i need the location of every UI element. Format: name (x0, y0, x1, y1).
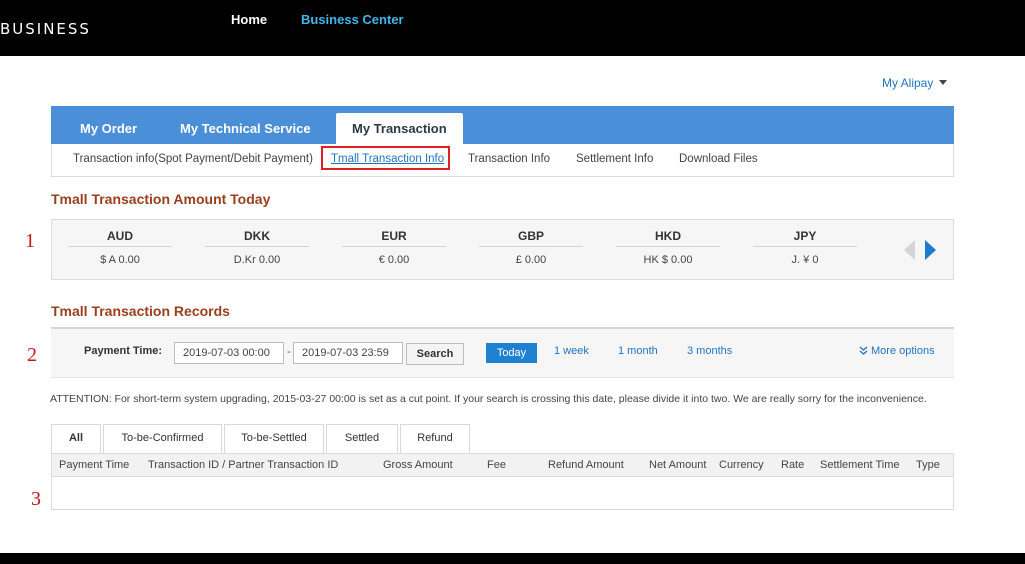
records-table-body (51, 477, 954, 510)
subnav-transaction-info[interactable]: Transaction Info (468, 153, 550, 165)
currency-code: HKD (616, 229, 720, 247)
currency-amount: £ 0.00 (515, 254, 547, 266)
records-table-header: Payment Time Transaction ID / Partner Tr… (51, 453, 954, 477)
currency-amount: € 0.00 (378, 254, 410, 266)
subnav-download-files[interactable]: Download Files (679, 153, 758, 165)
brand-logo[interactable]: BUSINESS (0, 20, 91, 38)
carousel-next-icon[interactable] (925, 240, 936, 260)
column-rate: Rate (781, 459, 805, 471)
record-tab-settled[interactable]: Settled (326, 424, 398, 453)
record-tab-to-be-settled[interactable]: To-be-Settled (224, 424, 324, 453)
currency-code: EUR (342, 229, 446, 247)
carousel-prev-icon[interactable] (904, 240, 915, 260)
currency-dkk: DKK D.Kr 0.00 (197, 229, 317, 266)
column-refund-amount: Refund Amount (548, 459, 624, 471)
subnav-settlement-info[interactable]: Settlement Info (576, 153, 653, 165)
records-title: Tmall Transaction Records (51, 303, 230, 319)
record-tab-refund[interactable]: Refund (400, 424, 470, 453)
currency-amount: J. ¥ 0 (791, 254, 819, 266)
amount-today-title: Tmall Transaction Amount Today (51, 191, 271, 207)
end-date-input[interactable] (293, 342, 403, 364)
column-fee: Fee (487, 459, 506, 471)
nav-business-center-link[interactable]: Business Center (301, 12, 404, 27)
annotation-number-3: 3 (31, 488, 41, 510)
attention-notice: ATTENTION: For short-term system upgradi… (50, 393, 927, 405)
currency-jpy: JPY J. ¥ 0 (745, 229, 865, 266)
column-net-amount: Net Amount (649, 459, 707, 471)
currency-hkd: HKD HK $ 0.00 (608, 229, 728, 266)
record-tab-all[interactable]: All (51, 424, 101, 453)
sub-navigation: Transaction info(Spot Payment/Debit Paym… (51, 144, 954, 177)
bottom-bar (0, 553, 1025, 564)
range-1-week-link[interactable]: 1 week (554, 345, 589, 357)
range-today-button[interactable]: Today (486, 343, 537, 363)
annotation-number-2: 2 (27, 344, 37, 366)
more-options-label: More options (871, 345, 935, 357)
currency-code: AUD (68, 229, 172, 247)
more-options-link[interactable]: More options (859, 345, 935, 357)
range-3-months-link[interactable]: 3 months (687, 345, 732, 357)
currency-panel: AUD $ A 0.00 DKK D.Kr 0.00 EUR € 0.00 GB… (51, 219, 954, 280)
highlight-box (321, 146, 450, 170)
currency-code: JPY (753, 229, 857, 247)
payment-time-label: Payment Time: (84, 345, 163, 357)
column-payment-time: Payment Time (59, 459, 130, 471)
currency-gbp: GBP £ 0.00 (471, 229, 591, 266)
currency-amount: HK $ 0.00 (643, 254, 693, 266)
currency-aud: AUD $ A 0.00 (60, 229, 180, 266)
tab-my-order[interactable]: My Order (80, 106, 137, 144)
tab-my-technical-service[interactable]: My Technical Service (180, 106, 311, 144)
currency-code: DKK (205, 229, 309, 247)
column-currency: Currency (719, 459, 764, 471)
top-bar: BUSINESS Home Business Center (0, 0, 1025, 56)
currency-code: GBP (479, 229, 583, 247)
column-transaction-id: Transaction ID / Partner Transaction ID (148, 459, 339, 471)
currency-amount: $ A 0.00 (100, 254, 140, 266)
search-button[interactable]: Search (406, 343, 464, 365)
double-chevron-down-icon (859, 346, 868, 355)
my-alipay-menu[interactable]: My Alipay (882, 76, 948, 90)
subnav-transaction-info-spot[interactable]: Transaction info(Spot Payment/Debit Paym… (73, 153, 313, 165)
column-settlement-time: Settlement Time (820, 459, 900, 471)
my-alipay-label: My Alipay (882, 76, 934, 90)
column-type: Type (916, 459, 940, 471)
search-panel: Payment Time: - Search Today 1 week 1 mo… (51, 329, 954, 378)
nav-home-link[interactable]: Home (231, 12, 267, 27)
start-date-input[interactable] (174, 342, 284, 364)
date-separator: - (287, 346, 291, 358)
currency-eur: EUR € 0.00 (334, 229, 454, 266)
range-1-month-link[interactable]: 1 month (618, 345, 658, 357)
column-gross-amount: Gross Amount (383, 459, 453, 471)
tab-my-transaction[interactable]: My Transaction (336, 113, 463, 144)
currency-amount: D.Kr 0.00 (233, 254, 281, 266)
caret-down-icon (939, 80, 948, 85)
record-tab-to-be-confirmed[interactable]: To-be-Confirmed (103, 424, 222, 453)
annotation-number-1: 1 (25, 230, 35, 252)
main-tab-strip: My Order My Technical Service My Transac… (51, 106, 954, 144)
